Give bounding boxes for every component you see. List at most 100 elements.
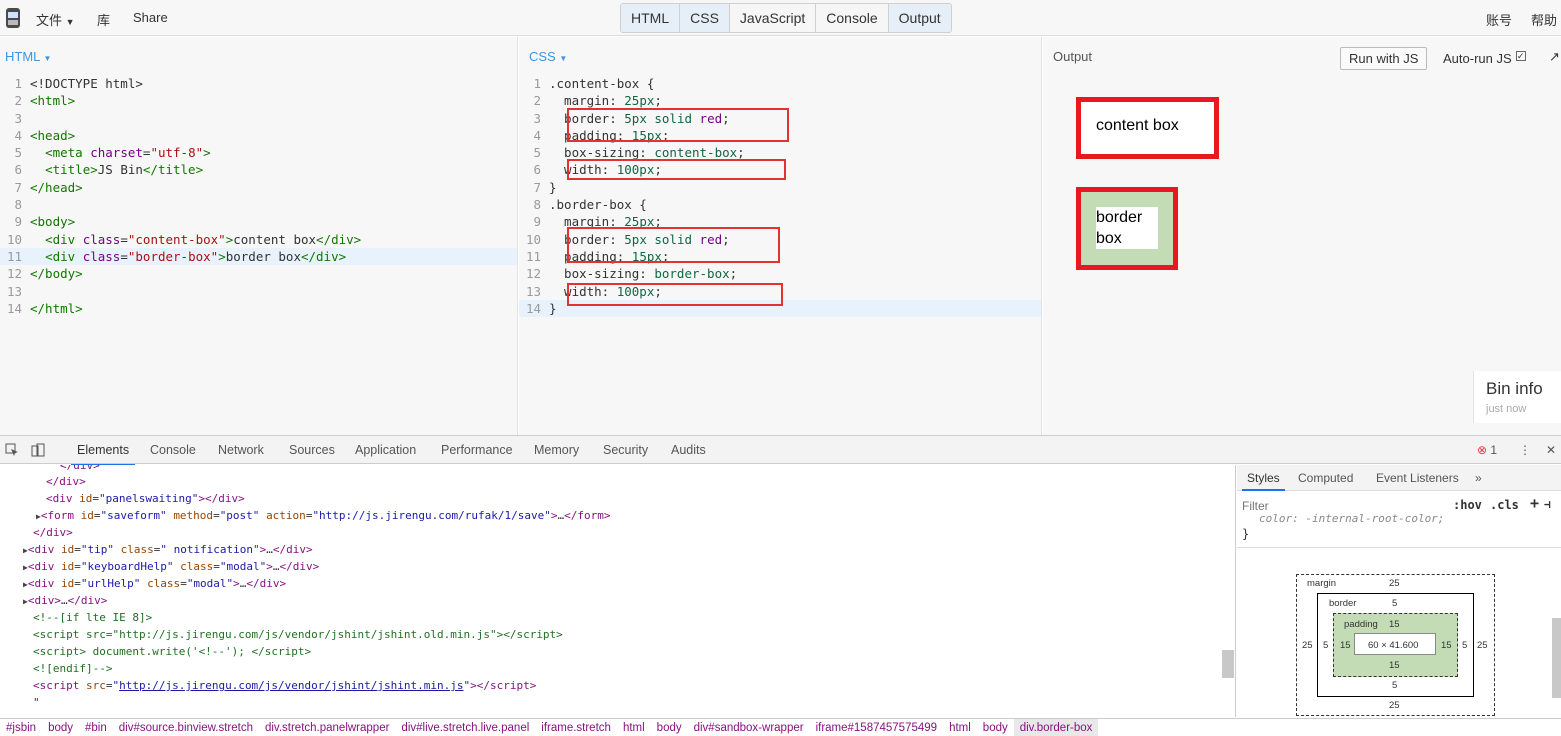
- padding-bottom-value[interactable]: 15: [1389, 660, 1400, 671]
- padding-top-value[interactable]: 15: [1389, 619, 1400, 630]
- tab-output[interactable]: Output: [888, 4, 951, 32]
- styles-pane: Styles Computed Event Listeners » :hov .…: [1237, 465, 1561, 717]
- library-menu[interactable]: 库: [97, 10, 110, 29]
- error-icon: ⊗: [1477, 443, 1488, 457]
- breadcrumb-item[interactable]: body: [977, 719, 1014, 736]
- styles-scrollbar[interactable]: [1552, 618, 1561, 698]
- dom-line[interactable]: ▶<div id="keyboardHelp" class="modal">…<…: [23, 558, 319, 575]
- dom-line[interactable]: <div id="panelswaiting"></div>: [46, 490, 245, 507]
- devtools-tab-console[interactable]: Console: [150, 443, 196, 457]
- devtools-tab-network[interactable]: Network: [218, 443, 264, 457]
- device-toolbar-icon[interactable]: [31, 443, 45, 457]
- tab-console[interactable]: Console: [816, 4, 889, 32]
- breadcrumb-item[interactable]: div#sandbox-wrapper: [688, 719, 810, 736]
- new-rule-icon[interactable]: ⊣: [1544, 498, 1551, 511]
- margin-top-value[interactable]: 25: [1389, 578, 1400, 589]
- dom-line[interactable]: </div>: [46, 473, 86, 490]
- html-panel-title[interactable]: HTML ▼: [5, 49, 51, 64]
- breadcrumb-item[interactable]: #jsbin: [0, 719, 42, 736]
- dom-line[interactable]: ▶<div id="urlHelp" class="modal">…</div>: [23, 575, 286, 592]
- margin-left-value[interactable]: 25: [1302, 640, 1313, 651]
- bin-info[interactable]: Bin info just now: [1473, 371, 1561, 423]
- more-tabs-icon[interactable]: »: [1475, 471, 1482, 485]
- bin-info-title: Bin info: [1486, 379, 1543, 398]
- margin-right-value[interactable]: 25: [1477, 640, 1488, 651]
- border-right-value[interactable]: 5: [1462, 640, 1467, 651]
- tab-styles[interactable]: Styles: [1242, 471, 1285, 491]
- elements-dom-tree[interactable]: </div> </div> <div id="panelswaiting"></…: [0, 465, 1236, 717]
- add-rule-icon[interactable]: +: [1530, 494, 1539, 512]
- error-count-badge[interactable]: ⊗ 1: [1477, 443, 1497, 457]
- breadcrumb-item-selected[interactable]: div.border-box: [1013, 719, 1099, 736]
- hover-state-button[interactable]: :hov: [1453, 498, 1482, 512]
- content-size-value[interactable]: 60 × 41.600: [1368, 640, 1418, 651]
- devtools-tab-security[interactable]: Security: [603, 443, 648, 457]
- html-code-editor[interactable]: 1 <!DOCTYPE html> 2 <html> 3 4 <head> 5 <me…: [0, 75, 517, 317]
- annotation-box: [567, 108, 789, 142]
- annotation-box: [567, 227, 780, 263]
- dom-line[interactable]: </div>: [33, 524, 73, 541]
- border-box-demo: border box: [1076, 187, 1178, 270]
- padding-right-value[interactable]: 15: [1441, 640, 1452, 651]
- jsbin-logo-icon[interactable]: [4, 6, 22, 30]
- padding-left-value[interactable]: 15: [1340, 640, 1351, 651]
- css-panel[interactable]: CSS ▼ 1 .content-box { 2 margin: 25px; 3 …: [519, 37, 1042, 435]
- dom-line[interactable]: <script src="http://js.jirengu.com/js/ve…: [33, 677, 536, 694]
- breadcrumb-item[interactable]: html: [617, 719, 651, 736]
- tab-javascript[interactable]: JavaScript: [730, 4, 817, 32]
- devtools-tab-elements[interactable]: Elements: [70, 443, 136, 466]
- border-bottom-value[interactable]: 5: [1392, 680, 1397, 691]
- dom-line[interactable]: <!--[if lte IE 8]>: [33, 609, 152, 626]
- bin-info-time: just now: [1486, 403, 1527, 415]
- border-top-value[interactable]: 5: [1392, 598, 1397, 609]
- breadcrumb-item[interactable]: div#live.stretch.live.panel: [395, 719, 535, 736]
- auto-run-js-toggle[interactable]: Auto-run JS ✓: [1443, 51, 1526, 66]
- close-icon[interactable]: ✕: [1546, 443, 1556, 457]
- breadcrumb-item[interactable]: div.stretch.panelwrapper: [259, 719, 395, 736]
- devtools-tab-memory[interactable]: Memory: [534, 443, 579, 457]
- panel-tabs: HTML CSS JavaScript Console Output: [620, 3, 952, 33]
- devtools-tab-application[interactable]: Application: [355, 443, 416, 457]
- margin-bottom-value[interactable]: 25: [1389, 700, 1400, 711]
- devtools-tab-sources[interactable]: Sources: [289, 443, 335, 457]
- breadcrumb-item[interactable]: body: [42, 719, 79, 736]
- breadcrumb-item[interactable]: iframe.stretch: [535, 719, 617, 736]
- html-panel[interactable]: HTML ▼ 1 <!DOCTYPE html> 2 <html> 3 4 <head…: [0, 37, 518, 435]
- output-panel[interactable]: Output Run with JS Auto-run JS ✓ ↗ conten…: [1043, 37, 1561, 435]
- more-options-icon[interactable]: ⋮: [1519, 443, 1531, 457]
- dom-line[interactable]: ": [33, 694, 40, 711]
- tab-event-listeners[interactable]: Event Listeners: [1376, 471, 1459, 485]
- dom-line[interactable]: ▶<form id="saveform" method="post" actio…: [36, 507, 610, 524]
- tab-html[interactable]: HTML: [621, 4, 681, 32]
- css-panel-title[interactable]: CSS ▼: [529, 49, 567, 64]
- breadcrumb-item[interactable]: iframe#1587457575499: [810, 719, 944, 736]
- dom-line[interactable]: ▶<div id="tip" class=" notification">…</…: [23, 541, 313, 558]
- breadcrumb-item[interactable]: div#source.binview.stretch: [113, 719, 259, 736]
- breadcrumb-item[interactable]: html: [943, 719, 977, 736]
- dom-scrollbar[interactable]: [1222, 650, 1234, 678]
- border-left-value[interactable]: 5: [1323, 640, 1328, 651]
- account-menu[interactable]: 账号: [1486, 10, 1512, 29]
- code-line: 11 <div class="border-box">border box</d…: [0, 247, 517, 266]
- dom-line[interactable]: ▶<div>…</div>: [23, 592, 107, 609]
- share-menu[interactable]: Share: [133, 10, 168, 25]
- class-toggle-button[interactable]: .cls: [1490, 498, 1519, 512]
- dom-line[interactable]: <![endif]-->: [33, 660, 112, 677]
- tab-css[interactable]: CSS: [680, 4, 730, 32]
- border-label: border: [1329, 598, 1357, 609]
- dom-line[interactable]: <script src="http://js.jirengu.com/js/ve…: [33, 626, 563, 643]
- padding-label: padding: [1344, 619, 1378, 630]
- css-panel-title-label: CSS: [529, 49, 556, 64]
- breadcrumb-item[interactable]: body: [651, 719, 688, 736]
- inspect-element-icon[interactable]: [5, 443, 19, 457]
- tab-computed[interactable]: Computed: [1298, 471, 1353, 485]
- run-with-js-button[interactable]: Run with JS: [1340, 47, 1428, 70]
- open-external-icon[interactable]: ↗: [1549, 49, 1560, 65]
- dom-line[interactable]: <script> document.write('<!--'); </scrip…: [33, 643, 311, 660]
- file-menu[interactable]: 文件 ▼: [36, 10, 75, 29]
- devtools-tab-audits[interactable]: Audits: [671, 443, 706, 457]
- help-menu[interactable]: 帮助: [1531, 10, 1557, 29]
- checkbox-checked-icon[interactable]: ✓: [1515, 51, 1526, 61]
- breadcrumb-item[interactable]: #bin: [79, 719, 113, 736]
- devtools-tab-performance[interactable]: Performance: [441, 443, 513, 457]
